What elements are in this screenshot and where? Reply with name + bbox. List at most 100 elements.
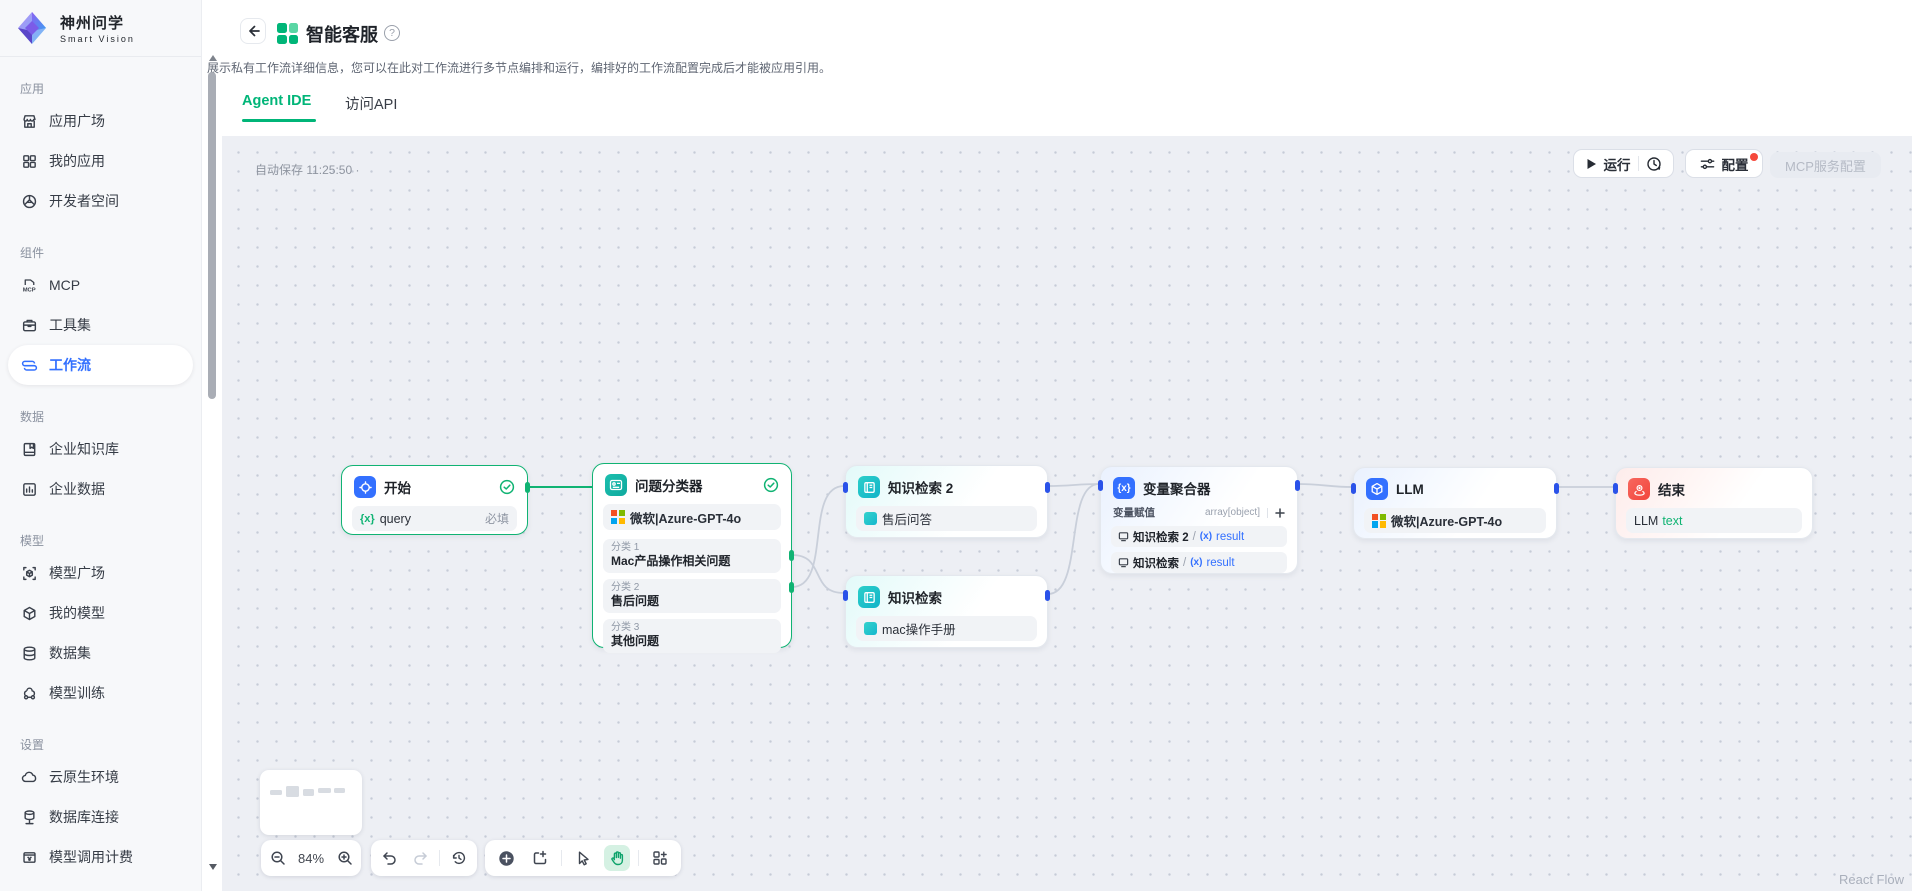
run-label: 运行 <box>1604 154 1631 174</box>
run-button[interactable]: 运行 <box>1573 149 1674 178</box>
sidebar-item-developer-space[interactable]: 开发者空间 <box>8 181 193 221</box>
redo-button[interactable] <box>408 845 434 871</box>
tab-api[interactable]: 访问API <box>345 93 397 114</box>
zoom-out-button[interactable] <box>265 845 291 871</box>
help-icon[interactable]: ? <box>384 25 400 41</box>
sidebar-item-mcp[interactable]: MCP MCP <box>8 265 193 305</box>
category-1-handle[interactable] <box>789 550 794 561</box>
section-label: 模型 <box>0 529 201 551</box>
section-label: 设置 <box>0 733 201 755</box>
sidebar-item-label: 数据集 <box>49 643 91 663</box>
output-handle[interactable] <box>1045 590 1050 601</box>
undo-icon <box>381 850 398 866</box>
back-button[interactable] <box>240 18 266 44</box>
divider <box>638 850 639 866</box>
add-node-button[interactable] <box>493 845 519 871</box>
sidebar-section-apps: 应用 应用广场 我的应用 开发者空间 <box>0 77 201 221</box>
node-end[interactable]: 结束 LLM text <box>1615 467 1813 539</box>
node-retrieval[interactable]: 知识检索 mac操作手册 <box>845 575 1048 648</box>
output-handle[interactable] <box>1295 480 1300 491</box>
aggregated-variable-row: 知识检索 / (x) result <box>1111 552 1287 573</box>
sidebar-item-enterprise-data[interactable]: 企业数据 <box>8 469 193 509</box>
scroll-up-arrow-icon[interactable] <box>209 55 217 61</box>
sidebar-item-dataset[interactable]: 数据集 <box>8 633 193 673</box>
billing-icon <box>20 848 39 867</box>
sidebar-item-toolset[interactable]: 工具集 <box>8 305 193 345</box>
node-title: 结束 <box>1658 479 1685 499</box>
db-connection-icon <box>20 808 39 827</box>
node-aggregator[interactable]: {x} 变量聚合器 变量赋值 array[object] 知识检索 2 / (x… <box>1100 466 1298 574</box>
variable-badge: (x) <box>1200 531 1212 542</box>
input-handle[interactable] <box>843 482 848 493</box>
zoom-in-button[interactable] <box>332 845 358 871</box>
node-header: 开始 <box>342 466 527 506</box>
brand-text: 神州问学 Smart Vision <box>60 12 135 44</box>
minimap[interactable] <box>260 770 362 835</box>
input-handle[interactable] <box>1613 483 1618 494</box>
dataset-row: 售后问答 <box>856 506 1037 531</box>
output-handle[interactable] <box>1554 483 1559 494</box>
undo-button[interactable] <box>376 845 402 871</box>
model-training-icon <box>20 684 39 703</box>
check-circle-icon <box>763 477 779 493</box>
redo-icon <box>412 850 429 866</box>
input-handle[interactable] <box>843 590 848 601</box>
config-button[interactable]: 配置 <box>1685 149 1763 178</box>
input-handle[interactable] <box>1351 483 1356 494</box>
sidebar-section-data: 数据 企业知识库 企业数据 <box>0 405 201 509</box>
sidebar-item-model-market[interactable]: 模型广场 <box>8 553 193 593</box>
sliders-icon <box>1700 157 1715 171</box>
add-variable-icon[interactable] <box>1267 508 1285 518</box>
sidebar-item-my-models[interactable]: 我的模型 <box>8 593 193 633</box>
page-title: 智能客服 <box>306 21 378 47</box>
aggregator-icon: {x} <box>1113 477 1135 499</box>
my-apps-icon <box>20 152 39 171</box>
model-name: 微软|Azure-GPT-4o <box>1391 511 1502 530</box>
workflow-app-icon <box>277 23 298 44</box>
node-llm[interactable]: LLM 微软|Azure-GPT-4o <box>1353 467 1557 539</box>
node-classifier[interactable]: 问题分类器 微软|Azure-GPT-4o 分类 1 Mac产品操作相关问题 分… <box>592 463 792 648</box>
clock-history-icon[interactable] <box>1646 156 1662 172</box>
sidebar-item-billing[interactable]: 模型调用计费 <box>8 837 193 877</box>
config-label: 配置 <box>1722 154 1749 174</box>
node-retrieval-2[interactable]: 知识检索 2 售后问答 <box>845 465 1048 538</box>
add-note-button[interactable] <box>527 845 553 871</box>
output-variable: text <box>1662 514 1682 528</box>
category-2-handle[interactable] <box>789 582 794 593</box>
zoom-level: 84% <box>294 851 328 866</box>
sidebar-item-label: 模型调用计费 <box>49 847 133 867</box>
sidebar-item-app-market[interactable]: 应用广场 <box>8 101 193 141</box>
sidebar-item-db-connection[interactable]: 数据库连接 <box>8 797 193 837</box>
sidebar-item-label: 企业知识库 <box>49 439 119 459</box>
input-handle[interactable] <box>1098 480 1103 491</box>
check-circle-icon <box>499 479 515 495</box>
version-history-button[interactable] <box>446 845 472 871</box>
start-field-row: {x} query 必填 <box>352 506 517 531</box>
sidebar-item-label: 模型广场 <box>49 563 105 583</box>
output-handle[interactable] <box>1045 482 1050 493</box>
react-flow-attribution[interactable]: React Flow <box>1839 872 1904 887</box>
auto-layout-button[interactable] <box>647 845 673 871</box>
svg-text:MCP: MCP <box>23 287 36 293</box>
sidebar-item-model-training[interactable]: 模型训练 <box>8 673 193 713</box>
start-icon <box>354 476 376 498</box>
hand-tool-button[interactable] <box>604 845 630 871</box>
output-handle[interactable] <box>525 482 530 493</box>
pointer-tool-button[interactable] <box>570 845 596 871</box>
sidebar-item-cloud-env[interactable]: 云原生环境 <box>8 757 193 797</box>
node-header: {x} 变量聚合器 <box>1101 467 1297 505</box>
cloud-env-icon <box>20 768 39 787</box>
node-start[interactable]: 开始 {x} query 必填 <box>341 465 528 535</box>
node-ref-icon <box>1118 557 1129 568</box>
magnifier-minus-icon <box>270 850 286 866</box>
scroll-down-arrow-icon[interactable] <box>209 864 217 870</box>
sidebar-item-workflow[interactable]: 工作流 <box>8 345 193 385</box>
arrow-left-icon <box>246 24 260 38</box>
history-toolbar <box>371 840 477 876</box>
sidebar-item-knowledge-base[interactable]: 企业知识库 <box>8 429 193 469</box>
category-2: 分类 2 售后问题 <box>603 579 781 613</box>
scrollbar-thumb[interactable] <box>208 72 216 399</box>
tab-agent-ide[interactable]: Agent IDE <box>242 93 311 109</box>
sidebar-item-my-apps[interactable]: 我的应用 <box>8 141 193 181</box>
content-scrollbar[interactable] <box>205 52 221 891</box>
